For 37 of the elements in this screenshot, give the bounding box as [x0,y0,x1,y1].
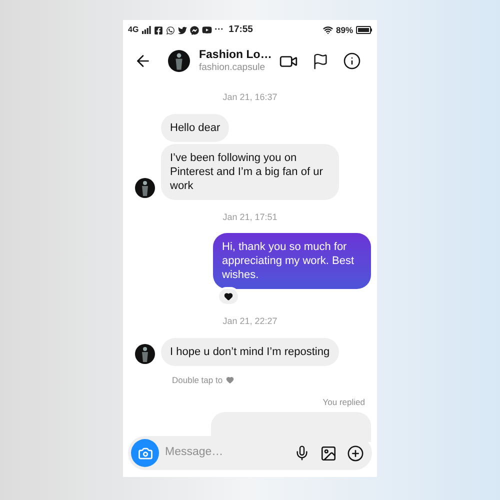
play-icon [202,25,212,35]
reaction-badge[interactable] [217,287,240,306]
network-label: 4G [128,24,139,36]
battery-icon [356,26,372,34]
info-button[interactable] [343,52,361,70]
message-bubble: Hi, thank you so much for appreciating my work. Best wishes. [213,233,371,289]
message-input[interactable]: Message… [165,444,289,462]
hint-text: Double tap to [172,374,223,386]
flag-button[interactable] [312,52,329,70]
battery-percent: 89% [336,24,353,36]
bird-icon [178,26,187,34]
camera-icon [138,446,152,460]
contact-name[interactable]: Fashion Lo… [199,48,279,62]
image-button[interactable] [320,444,337,462]
avatar [135,178,155,198]
reply-label: You replied [322,396,365,409]
timestamp: Jan 21, 22:27 [222,315,278,328]
contact-username: fashion.capsule [199,62,266,74]
timestamp: Jan 21, 16:37 [222,91,278,104]
message-bubble: I’ve been following you on Pinterest and I’m a big fan of ur work [161,144,339,200]
microphone-button[interactable] [294,445,310,461]
wifi-icon [322,25,333,35]
avatar [135,344,155,364]
message-bubble: Hello dear [161,114,230,142]
clock: 17:55 [228,22,253,37]
heart-icon [224,292,233,301]
message-bubble: I hope u don’t mind I’m reposting [161,338,339,366]
chat-bubble-icon [190,26,199,34]
heart-icon [226,376,234,384]
add-button[interactable] [347,444,364,462]
more-indicator: ··· [214,23,224,36]
timestamp: Jan 21, 17:51 [222,210,278,224]
message-composer[interactable]: Message… [128,436,372,470]
camera-button[interactable] [131,439,159,467]
signal-icon [142,26,151,34]
phone-bubble-icon [166,26,175,34]
avatar [168,50,190,72]
